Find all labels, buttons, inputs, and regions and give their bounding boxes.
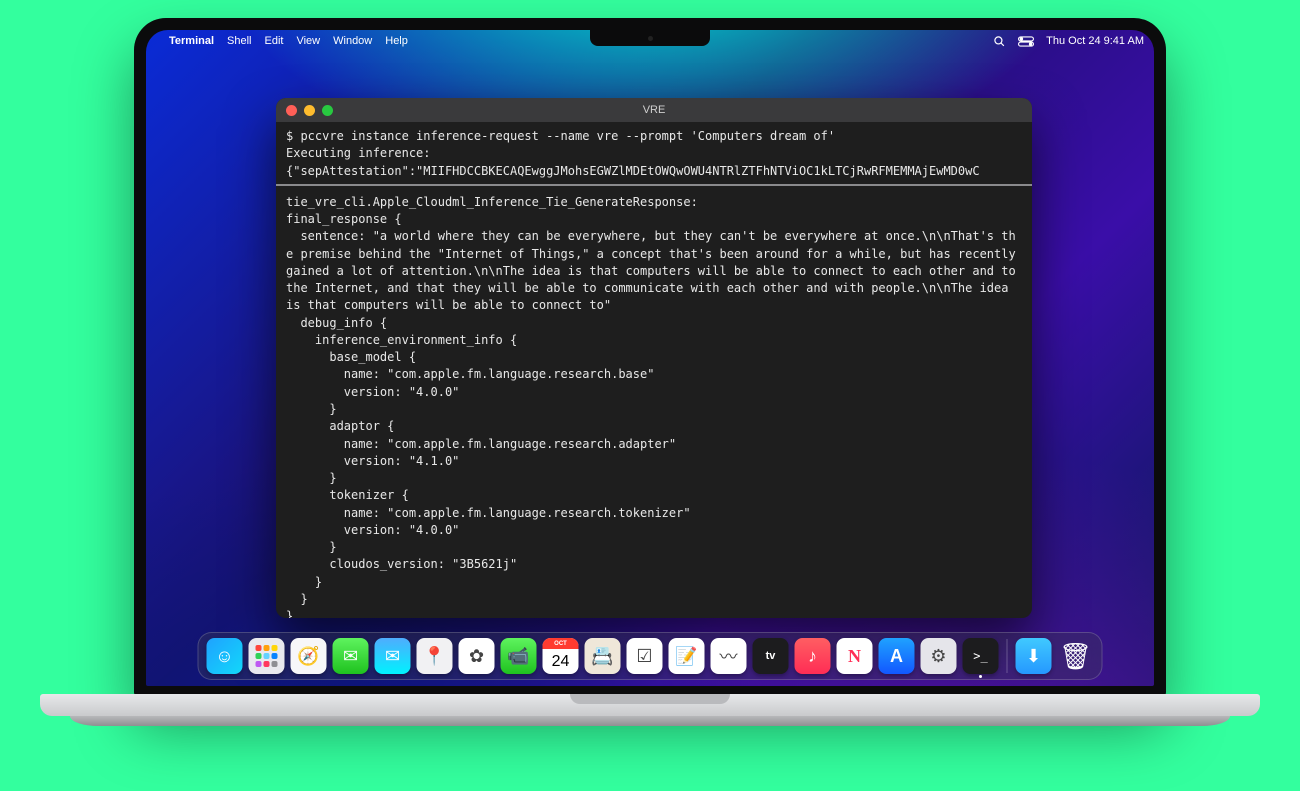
dock-separator — [1007, 639, 1008, 673]
dock-facetime-icon[interactable]: 📹 — [501, 638, 537, 674]
dock-maps-icon[interactable]: 📍 — [417, 638, 453, 674]
control-center-icon[interactable] — [1018, 36, 1034, 47]
dock-tv-icon[interactable]: tv — [753, 638, 789, 674]
screen-bezel: Terminal Shell Edit View Window Help Thu… — [134, 18, 1166, 698]
dock-messages-icon[interactable]: ✉ — [333, 638, 369, 674]
terminal-divider — [276, 184, 1032, 186]
terminal-attestation-line: {"sepAttestation":"MIIFHDCCBKECAQEwggJMo… — [286, 163, 1022, 180]
dock-reminders-icon[interactable]: ☑ — [627, 638, 663, 674]
dock-settings-icon[interactable]: ⚙ — [921, 638, 957, 674]
dock-finder-icon[interactable]: ☺ — [207, 638, 243, 674]
menubar-app-name[interactable]: Terminal — [169, 35, 214, 47]
menubar-item-window[interactable]: Window — [333, 35, 372, 47]
dock-mail-icon[interactable]: ✉ — [375, 638, 411, 674]
dock-photos-icon[interactable]: ✿ — [459, 638, 495, 674]
window-minimize-button[interactable] — [304, 105, 315, 116]
terminal-command-line: $ pccvre instance inference-request --na… — [286, 128, 1022, 145]
menubar-clock[interactable]: Thu Oct 24 9:41 AM — [1046, 35, 1144, 47]
menubar-item-view[interactable]: View — [296, 35, 320, 47]
dock-contacts-icon[interactable]: 📇 — [585, 638, 621, 674]
window-title: VRE — [643, 104, 666, 116]
dock-news-icon[interactable]: N — [837, 638, 873, 674]
dock-terminal-icon[interactable]: >_ — [963, 638, 999, 674]
dock-safari-icon[interactable]: 🧭 — [291, 638, 327, 674]
dock-trash-icon[interactable]: 🗑 — [1058, 638, 1094, 674]
dock: ☺🧭✉✉📍✿📹OCT24📇☑📝〰tv♪NA⚙>_⬇🗑 — [198, 632, 1103, 680]
menubar-item-edit[interactable]: Edit — [265, 35, 284, 47]
dock-downloads-icon[interactable]: ⬇ — [1016, 638, 1052, 674]
dock-calendar-icon[interactable]: OCT24 — [543, 638, 579, 674]
window-close-button[interactable] — [286, 105, 297, 116]
terminal-output: tie_vre_cli.Apple_Cloudml_Inference_Tie_… — [286, 194, 1022, 618]
dock-freeform-icon[interactable]: 〰 — [711, 638, 747, 674]
spotlight-icon[interactable] — [993, 35, 1006, 48]
display-notch — [590, 30, 710, 46]
menubar-item-shell[interactable]: Shell — [227, 35, 251, 47]
dock-notes-icon[interactable]: 📝 — [669, 638, 705, 674]
laptop-base — [40, 694, 1260, 732]
desktop: Terminal Shell Edit View Window Help Thu… — [146, 30, 1154, 686]
laptop-mockup: Terminal Shell Edit View Window Help Thu… — [134, 18, 1166, 738]
terminal-window[interactable]: VRE $ pccvre instance inference-request … — [276, 98, 1032, 618]
window-zoom-button[interactable] — [322, 105, 333, 116]
dock-appstore-icon[interactable]: A — [879, 638, 915, 674]
dock-launchpad-icon[interactable] — [249, 638, 285, 674]
menubar-item-help[interactable]: Help — [385, 35, 408, 47]
terminal-content[interactable]: $ pccvre instance inference-request --na… — [276, 122, 1032, 618]
window-titlebar[interactable]: VRE — [276, 98, 1032, 122]
terminal-exec-line: Executing inference: — [286, 145, 1022, 162]
dock-music-icon[interactable]: ♪ — [795, 638, 831, 674]
